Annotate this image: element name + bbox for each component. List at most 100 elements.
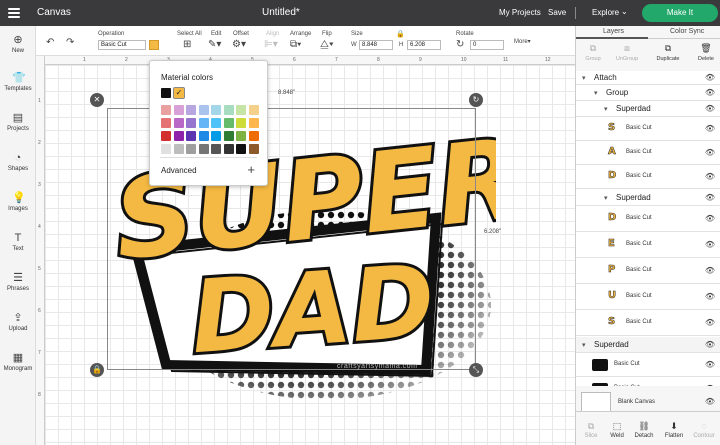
color-swatch[interactable] [186, 131, 196, 141]
layer-basic-cut[interactable]: P Basic Cut 👁 [576, 258, 720, 284]
plus-icon[interactable]: + [247, 162, 255, 177]
eye-icon[interactable]: 👁 [705, 148, 715, 157]
flip-icon[interactable]: ⧋▾ [320, 40, 334, 50]
eye-icon[interactable]: 👁 [705, 292, 715, 301]
layer-basic-cut[interactable]: S Basic Cut 👁 [576, 310, 720, 336]
color-swatch[interactable] [248, 105, 259, 115]
undo-icon[interactable]: ↶ [46, 38, 54, 48]
delete-button[interactable]: 🗑 Delete [691, 43, 720, 62]
color-swatch[interactable] [236, 105, 246, 115]
color-swatch[interactable] [186, 144, 196, 154]
document-title[interactable]: Untitled* [262, 7, 300, 18]
arrange-icon[interactable]: ⧉▾ [290, 40, 301, 50]
height-input[interactable]: 6.208 [407, 40, 441, 50]
layer-basic-cut[interactable]: E Basic Cut 👁 [576, 232, 720, 258]
more-menu[interactable]: More▾ [514, 38, 531, 45]
width-input[interactable]: 8.848 [359, 40, 393, 50]
explore-dropdown[interactable]: Explore [592, 8, 619, 17]
rail-item-images[interactable]: 💡 Images [0, 192, 36, 212]
layer-basic-cut[interactable]: A Basic Cut 👁 [576, 141, 720, 165]
rail-item-shapes[interactable]: ◔ Shapes [0, 152, 36, 172]
make-it-button[interactable]: Make It [642, 4, 718, 22]
offset-icon[interactable]: ⚙▾ [232, 40, 246, 50]
layer-basic-cut[interactable]: U Basic Cut 👁 [576, 284, 720, 310]
color-swatch[interactable] [211, 105, 221, 115]
close-handle-icon[interactable]: ✕ [90, 93, 104, 107]
rail-item-monogram[interactable]: ▦ Monogram [0, 352, 36, 372]
eye-icon[interactable]: 👁 [705, 318, 715, 327]
layer-superdad[interactable]: ▾ Superdad 👁 [576, 337, 720, 353]
color-swatch[interactable] [161, 144, 171, 154]
color-swatch[interactable] [161, 118, 171, 128]
layer-superdad[interactable]: ▾ Superdad 👁 [576, 190, 720, 206]
lock-handle-icon[interactable]: 🔒 [90, 363, 104, 377]
eye-icon[interactable]: 👁 [705, 172, 715, 181]
color-swatch[interactable] [223, 144, 234, 154]
flatten-button[interactable]: ⬇ Flatten [659, 421, 689, 439]
eye-icon[interactable]: 👁 [705, 266, 715, 275]
chevron-down-icon[interactable]: ▾ [604, 105, 608, 113]
color-swatch[interactable] [211, 131, 221, 141]
eye-icon[interactable]: 👁 [705, 397, 715, 406]
layer-attach[interactable]: ▾ Attach 👁 [576, 71, 720, 85]
color-swatch[interactable] [223, 118, 234, 128]
chevron-down-icon[interactable]: ▾ [594, 89, 598, 97]
resize-handle-icon[interactable]: ⤡ [469, 363, 483, 377]
rail-item-projects[interactable]: ▤ Projects [0, 112, 36, 132]
eye-icon[interactable]: 👁 [705, 240, 715, 249]
rail-item-upload[interactable]: ⇪ Upload [0, 312, 36, 332]
detach-button[interactable]: ⛓ Detach [629, 421, 659, 439]
eye-icon[interactable]: 👁 [705, 104, 715, 113]
color-swatch[interactable] [223, 105, 234, 115]
color-swatch[interactable] [161, 88, 171, 98]
layer-basic-cut[interactable]: S Basic Cut 👁 [576, 117, 720, 141]
duplicate-button[interactable]: ⧉ Duplicate [653, 43, 683, 62]
color-swatch[interactable] [198, 105, 209, 115]
chevron-down-icon[interactable]: ▾ [582, 74, 586, 82]
layer-basic-cut[interactable]: Basic Cut 👁 [576, 353, 720, 377]
layer-basic-cut[interactable]: D Basic Cut 👁 [576, 165, 720, 189]
chevron-down-icon[interactable]: ▾ [604, 194, 608, 202]
rotate-handle-icon[interactable]: ↻ [469, 93, 483, 107]
advanced-toggle[interactable]: Advanced [161, 166, 197, 175]
color-swatch[interactable] [198, 131, 209, 141]
select-all-icon[interactable]: ⊞ [183, 40, 191, 50]
color-swatch[interactable] [173, 131, 184, 141]
eye-icon[interactable]: 👁 [705, 124, 715, 133]
save-button[interactable]: Save [548, 8, 566, 17]
color-swatch[interactable] [161, 131, 171, 141]
color-swatch[interactable] [173, 118, 184, 128]
weld-button[interactable]: ⬚ Weld [602, 421, 632, 439]
operation-select[interactable]: Basic Cut [98, 40, 146, 50]
hamburger-menu-icon[interactable] [8, 8, 20, 18]
color-swatch[interactable] [211, 118, 221, 128]
color-swatch[interactable] [248, 118, 259, 128]
rail-item-text[interactable]: T Text [0, 232, 36, 252]
color-swatch[interactable] [173, 105, 184, 115]
color-swatch[interactable] [248, 131, 259, 141]
lock-icon[interactable]: 🔒 [396, 30, 405, 40]
eye-icon[interactable]: 👁 [705, 73, 715, 82]
rail-item-phrases[interactable]: ☰ Phrases [0, 272, 36, 292]
color-swatch[interactable] [236, 118, 246, 128]
color-swatch[interactable] [198, 118, 209, 128]
color-swatch[interactable] [173, 144, 184, 154]
eye-icon[interactable]: 👁 [705, 88, 715, 97]
eye-icon[interactable]: 👁 [705, 214, 715, 223]
chevron-down-icon[interactable]: ⌄ [621, 7, 628, 16]
operation-color-swatch[interactable] [149, 40, 159, 50]
color-swatch[interactable] [248, 144, 259, 154]
color-swatch[interactable] [223, 131, 234, 141]
chevron-down-icon[interactable]: ▾ [582, 341, 586, 349]
eye-icon[interactable]: 👁 [705, 360, 715, 369]
rotate-input[interactable]: 0 [470, 40, 504, 50]
color-swatch[interactable] [161, 105, 171, 115]
eye-icon[interactable]: 👁 [705, 340, 715, 349]
my-projects-link[interactable]: My Projects [499, 8, 541, 17]
color-swatch[interactable] [211, 144, 221, 154]
color-swatch[interactable] [236, 131, 246, 141]
pen-icon[interactable]: ✎▾ [208, 40, 221, 50]
layer-group[interactable]: ▾ Group 👁 [576, 85, 720, 101]
color-swatch[interactable] [198, 144, 209, 154]
eye-icon[interactable]: 👁 [705, 193, 715, 202]
